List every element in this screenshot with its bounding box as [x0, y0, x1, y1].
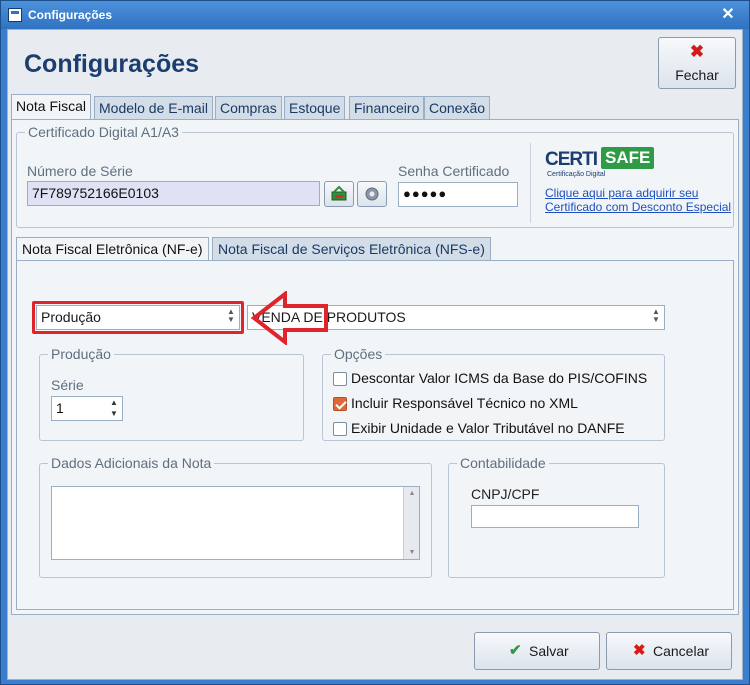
option-label-unidade[interactable]: Exibir Unidade e Valor Tributável no DAN…	[351, 420, 625, 436]
logo-subtext: Certificação Digital	[547, 171, 606, 178]
certsafe-logo[interactable]: CERTI SAFE Certificação Digital	[545, 145, 655, 181]
fechar-button[interactable]: ✖ Fechar	[658, 37, 736, 89]
page-title: Configurações	[24, 50, 200, 78]
textarea-scrollbar[interactable]: ▲ ▼	[403, 487, 419, 559]
certificate-offer-link[interactable]: Clique aqui para adquirir seu Certificad…	[545, 186, 735, 214]
tab-modelo-email[interactable]: Modelo de E-mail	[94, 96, 213, 120]
red-arrow-annotation	[250, 291, 328, 345]
option-label-icms[interactable]: Descontar Valor ICMS da Base do PIS/COFI…	[351, 370, 647, 386]
producao-group-title: Produção	[48, 346, 114, 362]
window-app-icon	[8, 8, 22, 22]
tab-nfse[interactable]: Nota Fiscal de Serviços Eletrônica (NFS-…	[212, 237, 491, 261]
serie-input[interactable]: 1 ▲ ▼	[51, 396, 123, 421]
certificate-settings-button[interactable]	[357, 181, 387, 207]
serial-label: Número de Série	[27, 163, 133, 179]
logo-text-safe: SAFE	[601, 147, 655, 169]
serie-value: 1	[56, 400, 64, 416]
option-checkbox-resp-tecnico[interactable]	[333, 397, 347, 411]
certificate-icon	[331, 185, 347, 201]
window-title: Configurações	[28, 8, 113, 22]
option-checkbox-icms[interactable]	[333, 372, 347, 386]
certificado-group-title: Certificado Digital A1/A3	[25, 124, 182, 140]
title-bar[interactable]: Configurações ✕	[1, 1, 749, 29]
gear-icon	[365, 187, 379, 201]
salvar-button[interactable]: ✔ Salvar	[474, 632, 600, 670]
cancelar-label: Cancelar	[653, 643, 710, 659]
window-close-icon[interactable]: ✕	[719, 6, 737, 24]
tab-nota-fiscal[interactable]: Nota Fiscal	[11, 94, 92, 120]
cancelar-button[interactable]: ✖ Cancelar	[606, 632, 732, 670]
scroll-down-icon[interactable]: ▼	[404, 549, 419, 556]
nfe-panel: Produção ▲ ▼ VENDA DE PRODUTOS ▲ ▼ Produçã…	[16, 260, 734, 610]
tab-financeiro[interactable]: Financeiro	[349, 96, 425, 120]
close-icon: ✖	[633, 642, 646, 659]
cnpj-input[interactable]	[471, 505, 639, 528]
certificado-divider	[530, 143, 531, 223]
nota-fiscal-panel: Certificado Digital A1/A3 Número de Séri…	[11, 119, 739, 615]
password-label: Senha Certificado	[398, 163, 510, 179]
tab-compras[interactable]: Compras	[215, 96, 282, 120]
dados-adicionais-textarea[interactable]: ▲ ▼	[51, 486, 420, 560]
cnpj-label: CNPJ/CPF	[471, 486, 540, 502]
tab-conexao[interactable]: Conexão	[424, 96, 491, 120]
serie-label: Série	[51, 377, 84, 393]
dados-adicionais-group: Dados Adicionais da Nota ▲ ▼	[39, 455, 432, 578]
tab-nfe[interactable]: Nota Fiscal Eletrônica (NF-e)	[16, 237, 209, 261]
option-label-resp-tecnico[interactable]: Incluir Responsável Técnico no XML	[351, 395, 578, 411]
opcoes-group-title: Opções	[331, 346, 386, 362]
salvar-label: Salvar	[529, 643, 569, 659]
logo-text-certi: CERTI	[545, 149, 598, 170]
contabilidade-title: Contabilidade	[457, 455, 549, 471]
tab-estoque[interactable]: Estoque	[284, 96, 346, 120]
spin-up-icon[interactable]: ▲	[107, 398, 121, 408]
contabilidade-group: Contabilidade CNPJ/CPF	[448, 455, 665, 578]
serial-input[interactable]: 7F789752166E0103	[27, 181, 320, 206]
producao-group: Produção Série 1 ▲ ▼	[39, 346, 304, 441]
scroll-up-icon[interactable]: ▲	[404, 490, 419, 497]
import-certificate-button[interactable]	[324, 181, 354, 207]
spin-down-icon[interactable]: ▼	[107, 409, 121, 419]
dialog-client-area: Configurações ✖ Fechar Nota Fiscal Model…	[7, 29, 743, 680]
close-icon: ✖	[689, 42, 705, 61]
opcoes-group: Opções Descontar Valor ICMS da Base do P…	[322, 346, 665, 441]
certificado-group: Certificado Digital A1/A3 Número de Séri…	[16, 124, 735, 228]
config-window: Configurações ✕ Configurações ✖ Fechar N…	[0, 0, 750, 685]
dados-adicionais-title: Dados Adicionais da Nota	[48, 455, 215, 471]
chevron-updown-icon: ▲ ▼	[652, 307, 660, 324]
fechar-label: Fechar	[675, 67, 719, 83]
check-icon: ✔	[509, 642, 522, 659]
password-input[interactable]: ●●●●●	[398, 182, 518, 207]
option-checkbox-unidade[interactable]	[333, 422, 347, 436]
environment-highlight-box	[32, 301, 244, 334]
